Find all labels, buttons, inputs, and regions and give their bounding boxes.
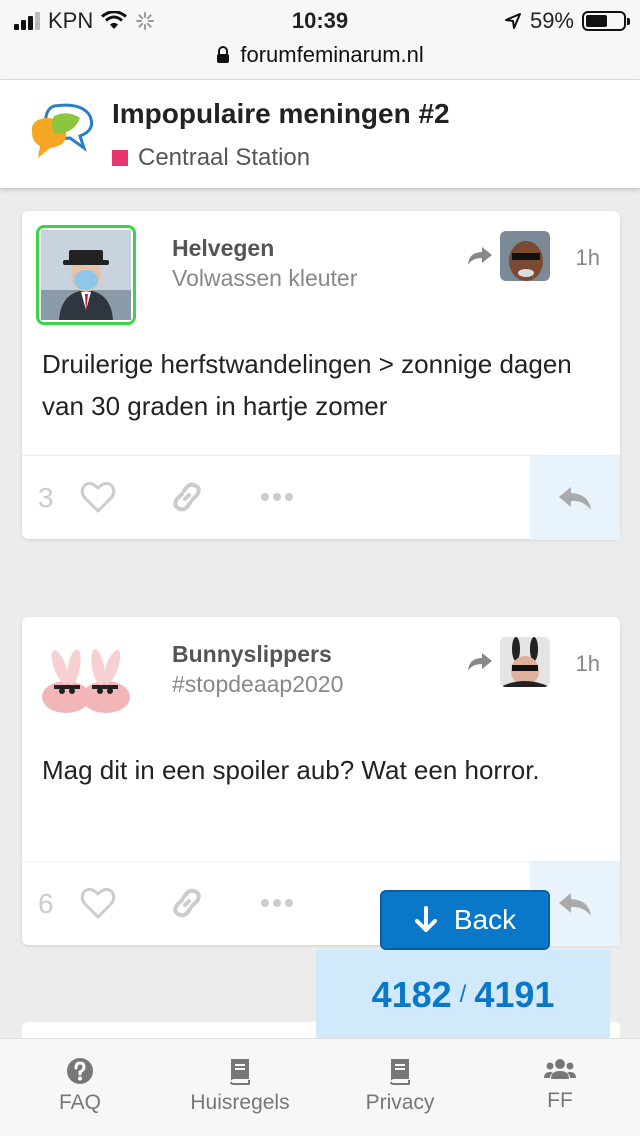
avatar[interactable] bbox=[36, 631, 136, 731]
battery-icon bbox=[582, 11, 630, 31]
post-actions: 3 bbox=[22, 455, 620, 540]
book-icon bbox=[390, 1059, 410, 1085]
nav-item-faq[interactable]: FAQ bbox=[0, 1057, 160, 1115]
category-badge[interactable]: Centraal Station bbox=[112, 144, 310, 172]
nav-item-ff[interactable]: FF bbox=[480, 1057, 640, 1113]
reply-to-avatar bbox=[500, 637, 550, 687]
post-time[interactable]: 1h bbox=[576, 651, 600, 677]
bottom-nav: FAQ Huisregels Privacy FF bbox=[0, 1038, 640, 1136]
avatar-image bbox=[41, 230, 131, 320]
nav-item-huisregels[interactable]: Huisregels bbox=[160, 1057, 320, 1115]
status-bar: KPN 10:39 59% forumfeminarum.nl bbox=[0, 0, 640, 80]
reply-avatar-image bbox=[500, 637, 550, 687]
nav-item-privacy[interactable]: Privacy bbox=[320, 1057, 480, 1115]
more-options-icon[interactable] bbox=[260, 492, 294, 502]
nav-label: Privacy bbox=[365, 1091, 435, 1114]
nav-label: FF bbox=[547, 1089, 573, 1112]
address-bar[interactable]: forumfeminarum.nl bbox=[0, 42, 640, 68]
reply-to-indicator[interactable] bbox=[466, 637, 550, 687]
post-username[interactable]: Helvegen bbox=[172, 235, 274, 262]
topic-progress[interactable]: 4182 / 4191 bbox=[316, 950, 610, 1040]
post-user-title: #stopdeaap2020 bbox=[172, 671, 344, 697]
battery-percent: 59% bbox=[529, 8, 574, 33]
share-arrow-icon bbox=[468, 653, 492, 671]
like-count[interactable]: 6 bbox=[38, 888, 54, 920]
book-icon bbox=[230, 1059, 250, 1085]
progress-current: 4182 bbox=[371, 974, 452, 1015]
post-card: Helvegen Volwassen kleuter 1h Druilerige… bbox=[22, 211, 620, 540]
like-count[interactable]: 3 bbox=[38, 482, 54, 514]
reply-button[interactable] bbox=[530, 456, 620, 540]
back-button[interactable]: Back bbox=[380, 890, 550, 950]
link-icon[interactable] bbox=[170, 480, 204, 514]
category-label: Centraal Station bbox=[138, 144, 311, 171]
post-body: Druilerige herfstwandelingen > zonnige d… bbox=[42, 349, 572, 421]
reply-icon bbox=[559, 893, 591, 916]
page-title[interactable]: Impopulaire meningen #2 bbox=[112, 98, 450, 130]
link-icon[interactable] bbox=[170, 886, 204, 920]
post-user-title: Volwassen kleuter bbox=[172, 265, 358, 291]
category-color-square bbox=[112, 150, 128, 166]
reply-to-indicator[interactable] bbox=[466, 231, 550, 281]
avatar[interactable] bbox=[36, 225, 136, 325]
question-circle-icon bbox=[67, 1058, 93, 1084]
post-body: Mag dit in een spoiler aub? Wat een horr… bbox=[42, 755, 540, 785]
users-icon bbox=[544, 1059, 576, 1079]
share-arrow-icon bbox=[468, 247, 492, 265]
location-arrow-icon bbox=[504, 13, 521, 29]
reply-to-avatar bbox=[500, 231, 550, 281]
more-options-icon[interactable] bbox=[260, 898, 294, 908]
nav-label: Huisregels bbox=[190, 1091, 290, 1114]
heart-icon[interactable] bbox=[80, 886, 116, 920]
nav-label: FAQ bbox=[58, 1091, 101, 1114]
post-username[interactable]: Bunnyslippers bbox=[172, 641, 332, 668]
progress-total: 4191 bbox=[474, 974, 555, 1015]
back-button-label: Back bbox=[453, 904, 517, 935]
topic-header: Impopulaire meningen #2 Centraal Station bbox=[0, 80, 640, 188]
progress-separator: / bbox=[459, 981, 467, 1008]
status-right: 59% bbox=[504, 8, 630, 34]
reply-icon bbox=[559, 487, 591, 510]
arrow-down-icon bbox=[414, 906, 437, 932]
post-time[interactable]: 1h bbox=[576, 245, 600, 271]
avatar-image bbox=[36, 631, 136, 731]
battery-fill bbox=[586, 15, 608, 27]
reply-avatar-image bbox=[500, 231, 550, 281]
url-text: forumfeminarum.nl bbox=[240, 42, 424, 67]
forum-logo[interactable] bbox=[24, 102, 98, 166]
heart-icon[interactable] bbox=[80, 480, 116, 514]
lock-icon bbox=[217, 46, 230, 63]
